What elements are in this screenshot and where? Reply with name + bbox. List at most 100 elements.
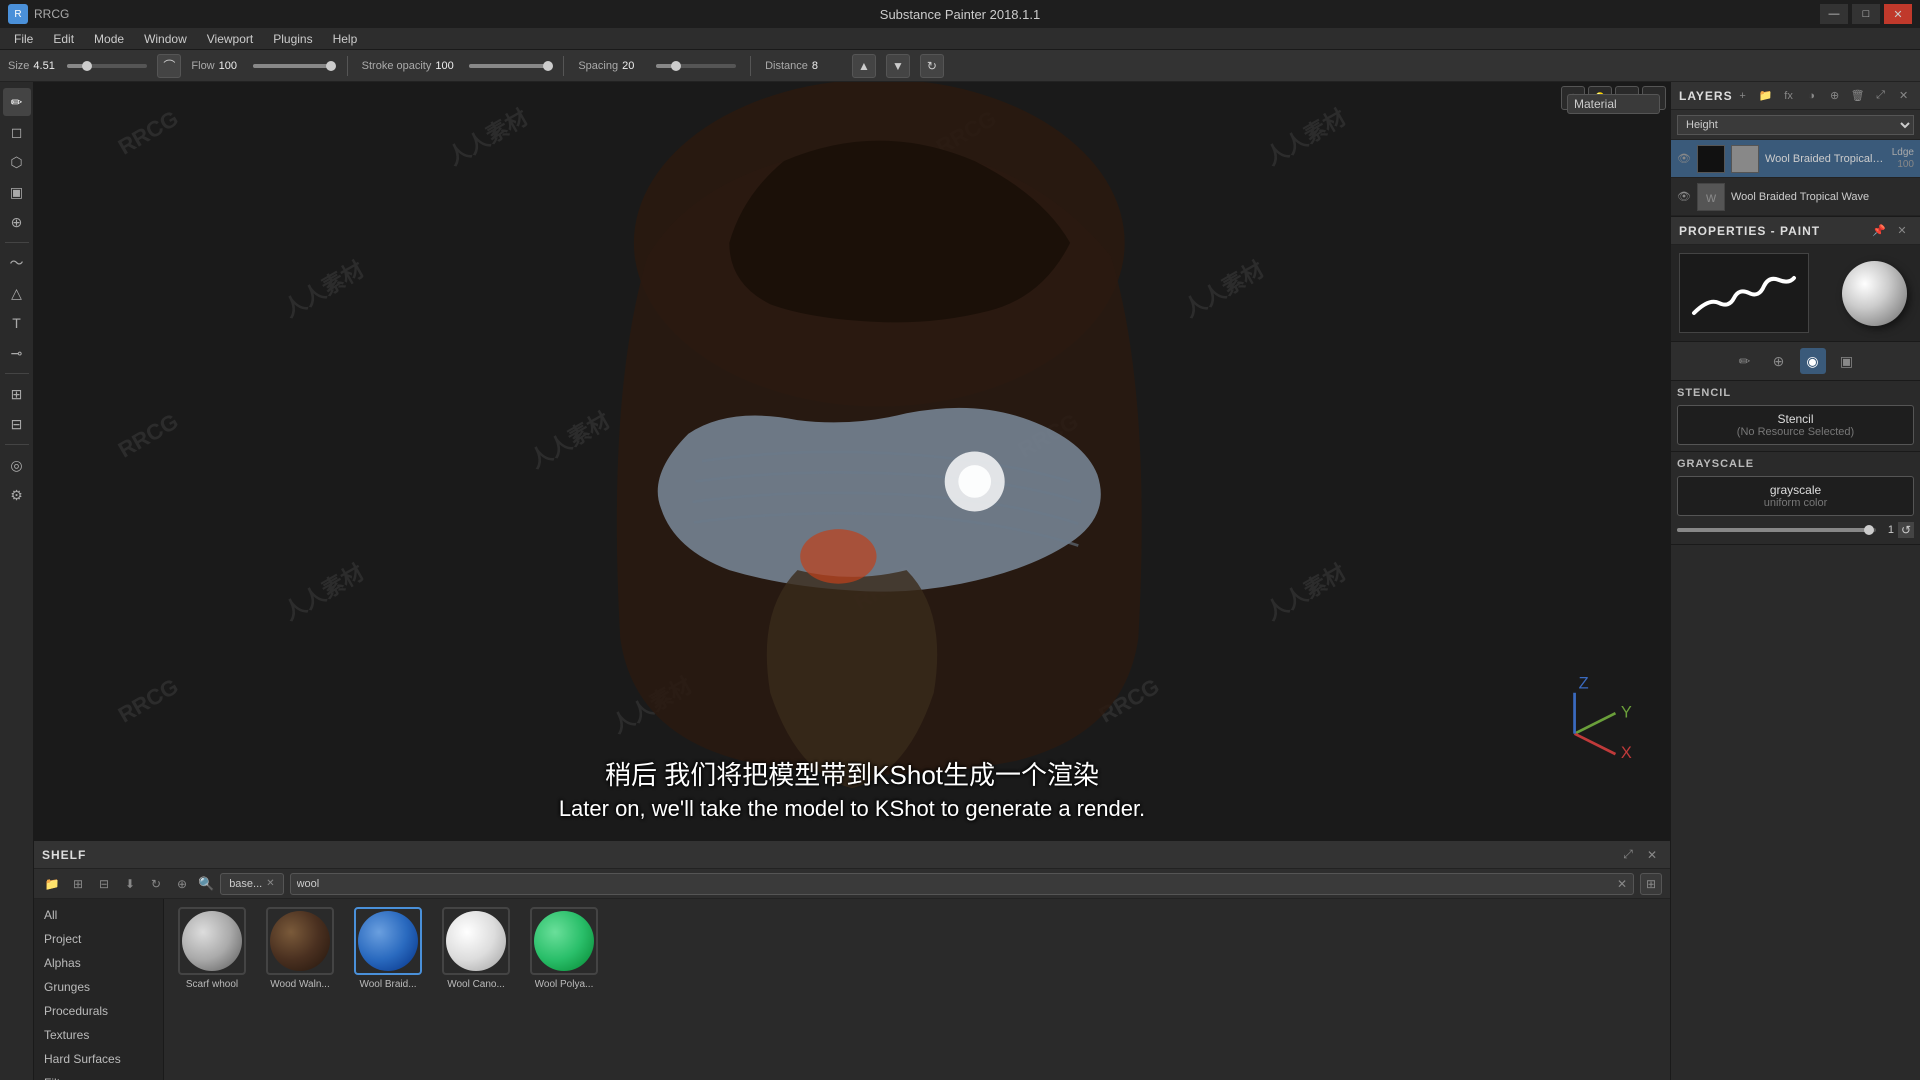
layers-add-btn[interactable]: +: [1733, 86, 1753, 106]
cat-grunges[interactable]: Grunges: [34, 975, 163, 999]
menu-window[interactable]: Window: [134, 30, 197, 48]
brush-tools-row: ✏ ⊕ ◉ ▣: [1671, 342, 1920, 381]
crop-tool[interactable]: ⊟: [3, 410, 31, 438]
minimize-button[interactable]: —: [1820, 4, 1848, 24]
shelf-item-wool-cano[interactable]: Wool Cano...: [436, 907, 516, 990]
grayscale-reset-btn[interactable]: ↺: [1898, 522, 1914, 538]
size-slider[interactable]: [67, 64, 147, 68]
shelf-item-wood-label: Wood Waln...: [270, 979, 329, 990]
layer-2-visibility[interactable]: 👁: [1677, 190, 1691, 204]
maximize-button[interactable]: □: [1852, 4, 1880, 24]
cat-all[interactable]: All: [34, 903, 163, 927]
layers-folder-btn[interactable]: 📁: [1756, 86, 1776, 106]
clone-tool[interactable]: ⊕: [3, 208, 31, 236]
layer-mode-dropdown[interactable]: Height Normal Color Multiply Screen: [1677, 115, 1914, 135]
shelf-item-wool-polya-label: Wool Polya...: [535, 979, 594, 990]
shelf-expand-btn[interactable]: ⤢: [1618, 845, 1638, 865]
cat-filters[interactable]: Filters: [34, 1071, 163, 1080]
grayscale-slider[interactable]: [1677, 528, 1876, 532]
eyedropper-tool[interactable]: ⊸: [3, 339, 31, 367]
menu-file[interactable]: File: [4, 30, 43, 48]
search-input-wrap[interactable]: ✕: [290, 873, 1634, 895]
layers-trash-btn[interactable]: 🗑: [1848, 86, 1868, 106]
cat-project[interactable]: Project: [34, 927, 163, 951]
cat-textures[interactable]: Textures: [34, 1023, 163, 1047]
brush-shape-2[interactable]: ▼: [886, 54, 910, 78]
search-tab-close[interactable]: ✕: [266, 878, 274, 889]
shelf-categories: All Project Alphas Grunges Procedurals T…: [34, 899, 164, 1080]
stroke-opacity-slider[interactable]: [469, 64, 549, 68]
stencil-box[interactable]: Stencil (No Resource Selected): [1677, 405, 1914, 445]
brush-shape-1[interactable]: ▲: [852, 54, 876, 78]
flow-value: 100: [219, 60, 249, 72]
shelf-item-wool-cano-thumb: [442, 907, 510, 975]
flow-group: Flow 100: [191, 60, 332, 72]
menu-edit[interactable]: Edit: [43, 30, 84, 48]
shelf-close-btn[interactable]: ✕: [1642, 845, 1662, 865]
cat-hard-surfaces[interactable]: Hard Surfaces: [34, 1047, 163, 1071]
brush-settings-btn[interactable]: ⌒: [157, 54, 181, 78]
tool-sep-1: [5, 242, 29, 243]
shelf-item-wood[interactable]: Wood Waln...: [260, 907, 340, 990]
layers-section: LAYERS + 📁 fx ◑ ⊕ 🗑 ⤢ ✕ Height Normal Co…: [1671, 82, 1920, 217]
shelf-item-scarf[interactable]: Scarf whool: [172, 907, 252, 990]
brush-paint-icon[interactable]: ✏: [1732, 348, 1758, 374]
layers-expand-btn[interactable]: ⤢: [1871, 86, 1891, 106]
prop-pin-btn[interactable]: 📌: [1869, 221, 1889, 241]
stencil-name: Stencil: [1686, 412, 1905, 426]
search-clear-btn[interactable]: ✕: [1617, 877, 1627, 891]
app-logo-icon: R: [8, 4, 28, 24]
search-refresh-btn[interactable]: ↻: [146, 874, 166, 894]
search-filter2-btn[interactable]: ⊕: [172, 874, 192, 894]
search-filter-btn[interactable]: ⊞: [1640, 873, 1662, 895]
prop-close-btn[interactable]: ✕: [1892, 221, 1912, 241]
search-tab-base[interactable]: base... ✕: [220, 873, 283, 895]
search-input[interactable]: [297, 878, 1613, 890]
layer-1-visibility[interactable]: 👁: [1677, 152, 1691, 166]
settings-tool[interactable]: ⚙: [3, 481, 31, 509]
shelf-search-bar: 📁 ⊞ ⊟ ⬇ ↻ ⊕ 🔍 base... ✕ ✕ ⊞: [34, 869, 1670, 899]
shelf-controls: ⤢ ✕: [1618, 845, 1662, 865]
shelf-item-wool-braid[interactable]: Wool Braid...: [348, 907, 428, 990]
paint-brush-tool[interactable]: ✏: [3, 88, 31, 116]
menu-viewport[interactable]: Viewport: [197, 30, 263, 48]
search-import-btn[interactable]: ⬇: [120, 874, 140, 894]
grayscale-box[interactable]: grayscale uniform color: [1677, 476, 1914, 516]
layer-item-1[interactable]: 👁 Wool Braided Tropical Wave Ldge 100: [1671, 140, 1920, 178]
search-add-btn[interactable]: ⊞: [68, 874, 88, 894]
layers-mask-btn[interactable]: ◑: [1802, 86, 1822, 106]
text-tool[interactable]: T: [3, 309, 31, 337]
geometric-tool[interactable]: △: [3, 279, 31, 307]
search-grid-btn[interactable]: ⊟: [94, 874, 114, 894]
menu-plugins[interactable]: Plugins: [263, 30, 322, 48]
brush-normal-icon[interactable]: ▣: [1834, 348, 1860, 374]
projection-tool[interactable]: ⬡: [3, 148, 31, 176]
close-button[interactable]: ✕: [1884, 4, 1912, 24]
cat-alphas[interactable]: Alphas: [34, 951, 163, 975]
layers-copy-btn[interactable]: ⊕: [1825, 86, 1845, 106]
cat-procedurals[interactable]: Procedurals: [34, 999, 163, 1023]
smudge-tool[interactable]: 〜: [3, 249, 31, 277]
menu-mode[interactable]: Mode: [84, 30, 134, 48]
distance-label: Distance: [765, 60, 808, 72]
viewport[interactable]: RRCG 人人素材 RRCG 人人素材 人人素材 RRCG 人人素材 RRCG …: [34, 82, 1670, 840]
brush-lazy[interactable]: ↻: [920, 54, 944, 78]
material-mode-dropdown[interactable]: Material Base Color Roughness Metallic N…: [1567, 94, 1660, 114]
layers-fx-btn[interactable]: fx: [1779, 86, 1799, 106]
brush-alpha-icon[interactable]: ⊕: [1766, 348, 1792, 374]
layer-item-2[interactable]: 👁 w Wool Braided Tropical Wave: [1671, 178, 1920, 216]
spacing-slider[interactable]: [656, 64, 736, 68]
search-folder-btn[interactable]: 📁: [42, 874, 62, 894]
fill-tool[interactable]: ▣: [3, 178, 31, 206]
flow-slider[interactable]: [253, 64, 333, 68]
layer-1-right: Ldge 100: [1892, 147, 1914, 170]
toolbar-sep-1: [347, 56, 348, 76]
layers-close-btn[interactable]: ✕: [1894, 86, 1914, 106]
menu-help[interactable]: Help: [323, 30, 368, 48]
shelf-item-wool-polya[interactable]: Wool Polya...: [524, 907, 604, 990]
left-tool-panel: ✏ ◻ ⬡ ▣ ⊕ 〜 △ T ⊸ ⊞ ⊟ ◎ ⚙: [0, 82, 34, 1080]
annotation-tool[interactable]: ◎: [3, 451, 31, 479]
eraser-tool[interactable]: ◻: [3, 118, 31, 146]
transform-tool[interactable]: ⊞: [3, 380, 31, 408]
brush-material-icon[interactable]: ◉: [1800, 348, 1826, 374]
